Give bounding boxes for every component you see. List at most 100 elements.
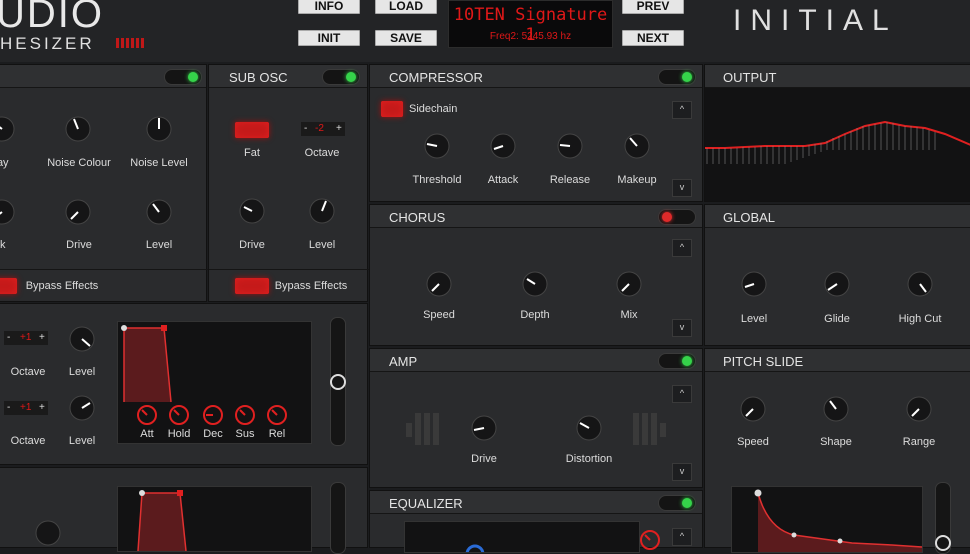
osc2-octave-stepper[interactable]: - +1 + [4, 401, 48, 415]
envelope-display[interactable]: Att Hold Dec Sus Rel [117, 321, 312, 444]
compressor-scroll-up[interactable]: ^ [672, 101, 692, 119]
preset-display[interactable]: 10TEN Signature 1 Freq2: 5245.93 hz [448, 0, 613, 48]
osc3-knob[interactable] [31, 516, 65, 550]
pitch-slider-handle[interactable] [935, 535, 951, 551]
makeup-label: Makeup [617, 174, 657, 186]
divider [209, 269, 369, 270]
noise-colour-knob[interactable] [61, 112, 95, 146]
chorus-depth-knob[interactable] [518, 267, 552, 301]
pitch-slide-header: PITCH SLIDE [705, 349, 970, 372]
save-button[interactable]: SAVE [375, 30, 437, 46]
osc2-level-label: Level [68, 435, 96, 447]
noise-out-level-knob[interactable] [142, 195, 176, 229]
equalizer-scroll-up[interactable]: ^ [672, 528, 692, 546]
sub-osc-toggle[interactable] [322, 69, 360, 85]
osc2-level-knob[interactable] [65, 391, 99, 425]
attack-knob[interactable] [486, 129, 520, 163]
minus-icon[interactable]: - [7, 402, 10, 413]
noise-drive-label: Drive [66, 239, 92, 251]
load-button[interactable]: LOAD [375, 0, 437, 14]
osc2-octave-value: +1 [20, 402, 32, 413]
sub-bypass-button[interactable] [235, 278, 269, 294]
env2-slider[interactable] [330, 482, 346, 554]
amp-distortion-knob[interactable] [572, 411, 606, 445]
plus-icon[interactable]: + [39, 402, 45, 413]
noise-drive-knob[interactable] [61, 195, 95, 229]
amp-panel: AMP ^ v Drive Distortion [369, 348, 703, 488]
threshold-knob[interactable] [420, 129, 454, 163]
chorus-scroll-down[interactable]: v [672, 319, 692, 337]
env-slider-handle[interactable] [330, 374, 346, 390]
envelope2-display[interactable] [117, 486, 312, 552]
compressor-header: COMPRESSOR [370, 65, 702, 88]
minus-icon[interactable]: - [304, 123, 307, 134]
led-on-icon [682, 498, 692, 508]
osc1-level-knob[interactable] [65, 322, 99, 356]
amp-drive-knob[interactable] [467, 411, 501, 445]
octave-stepper[interactable]: - -2 + [301, 122, 345, 136]
info-button[interactable]: INFO [298, 0, 360, 14]
pitch-range-label: Range [902, 436, 936, 448]
sub-bypass-label: Bypass Effects [274, 280, 348, 292]
pitch-slide-panel: PITCH SLIDE Speed Shape Range [704, 348, 970, 554]
chorus-mix-label: Mix [620, 309, 638, 321]
chorus-toggle[interactable] [658, 209, 696, 225]
sus-knob[interactable] [234, 404, 256, 426]
chorus-depth-label: Depth [520, 309, 550, 321]
noise-level-knob[interactable] [142, 112, 176, 146]
global-level-knob[interactable] [737, 267, 771, 301]
high-cut-knob[interactable] [903, 267, 937, 301]
led-on-icon [188, 72, 198, 82]
glide-knob[interactable] [820, 267, 854, 301]
logo-meter-icon [116, 38, 146, 48]
chorus-mix-knob[interactable] [612, 267, 646, 301]
pitch-speed-knob[interactable] [736, 392, 770, 426]
att-knob[interactable] [136, 404, 158, 426]
sidechain-label: Sidechain [409, 103, 458, 115]
chorus-speed-knob[interactable] [422, 267, 456, 301]
makeup-knob[interactable] [620, 129, 654, 163]
minus-icon[interactable]: - [7, 332, 10, 343]
noise-level-label: Noise Level [130, 157, 188, 169]
amp-header: AMP [370, 349, 702, 372]
equalizer-toggle[interactable] [658, 495, 696, 511]
logo-title: UDIO [0, 0, 104, 36]
noise-toggle[interactable] [164, 69, 202, 85]
global-level-label: Level [740, 313, 768, 325]
dec-knob[interactable] [202, 404, 224, 426]
amp-toggle[interactable] [658, 353, 696, 369]
decay-knob[interactable] [0, 112, 19, 146]
pitch-range-knob[interactable] [902, 392, 936, 426]
next-button[interactable]: NEXT [622, 30, 684, 46]
pitch-slider[interactable] [935, 482, 951, 554]
noise-level2-label: Level [145, 239, 173, 251]
sub-level-knob[interactable] [305, 194, 339, 228]
eq-knob[interactable] [639, 529, 661, 551]
pitch-speed-label: Speed [737, 436, 769, 448]
sub-drive-knob[interactable] [235, 194, 269, 228]
rel-knob[interactable] [266, 404, 288, 426]
noise-bypass-button[interactable] [0, 278, 17, 294]
compressor-toggle[interactable] [658, 69, 696, 85]
attack-knob[interactable] [0, 195, 19, 229]
fat-button[interactable] [235, 122, 269, 138]
plus-icon[interactable]: + [336, 123, 342, 134]
eq-graph[interactable] [404, 521, 640, 553]
envelope2-graph [137, 490, 187, 551]
glide-label: Glide [824, 313, 850, 325]
amp-scroll-down[interactable]: v [672, 463, 692, 481]
plus-icon[interactable]: + [39, 332, 45, 343]
amp-scroll-up[interactable]: ^ [672, 385, 692, 403]
chorus-panel: CHORUS ^ v Speed Depth Mix [369, 204, 703, 346]
sidechain-button[interactable] [381, 101, 403, 117]
chorus-scroll-up[interactable]: ^ [672, 239, 692, 257]
prev-button[interactable]: PREV [622, 0, 684, 14]
pitch-curve-display[interactable] [731, 486, 923, 553]
init-button[interactable]: INIT [298, 30, 360, 46]
release-knob[interactable] [553, 129, 587, 163]
env-slider[interactable] [330, 317, 346, 446]
osc1-octave-stepper[interactable]: - +1 + [4, 331, 48, 345]
hold-knob[interactable] [168, 404, 190, 426]
pitch-shape-knob[interactable] [819, 392, 853, 426]
equalizer-title: EQUALIZER [389, 496, 463, 511]
